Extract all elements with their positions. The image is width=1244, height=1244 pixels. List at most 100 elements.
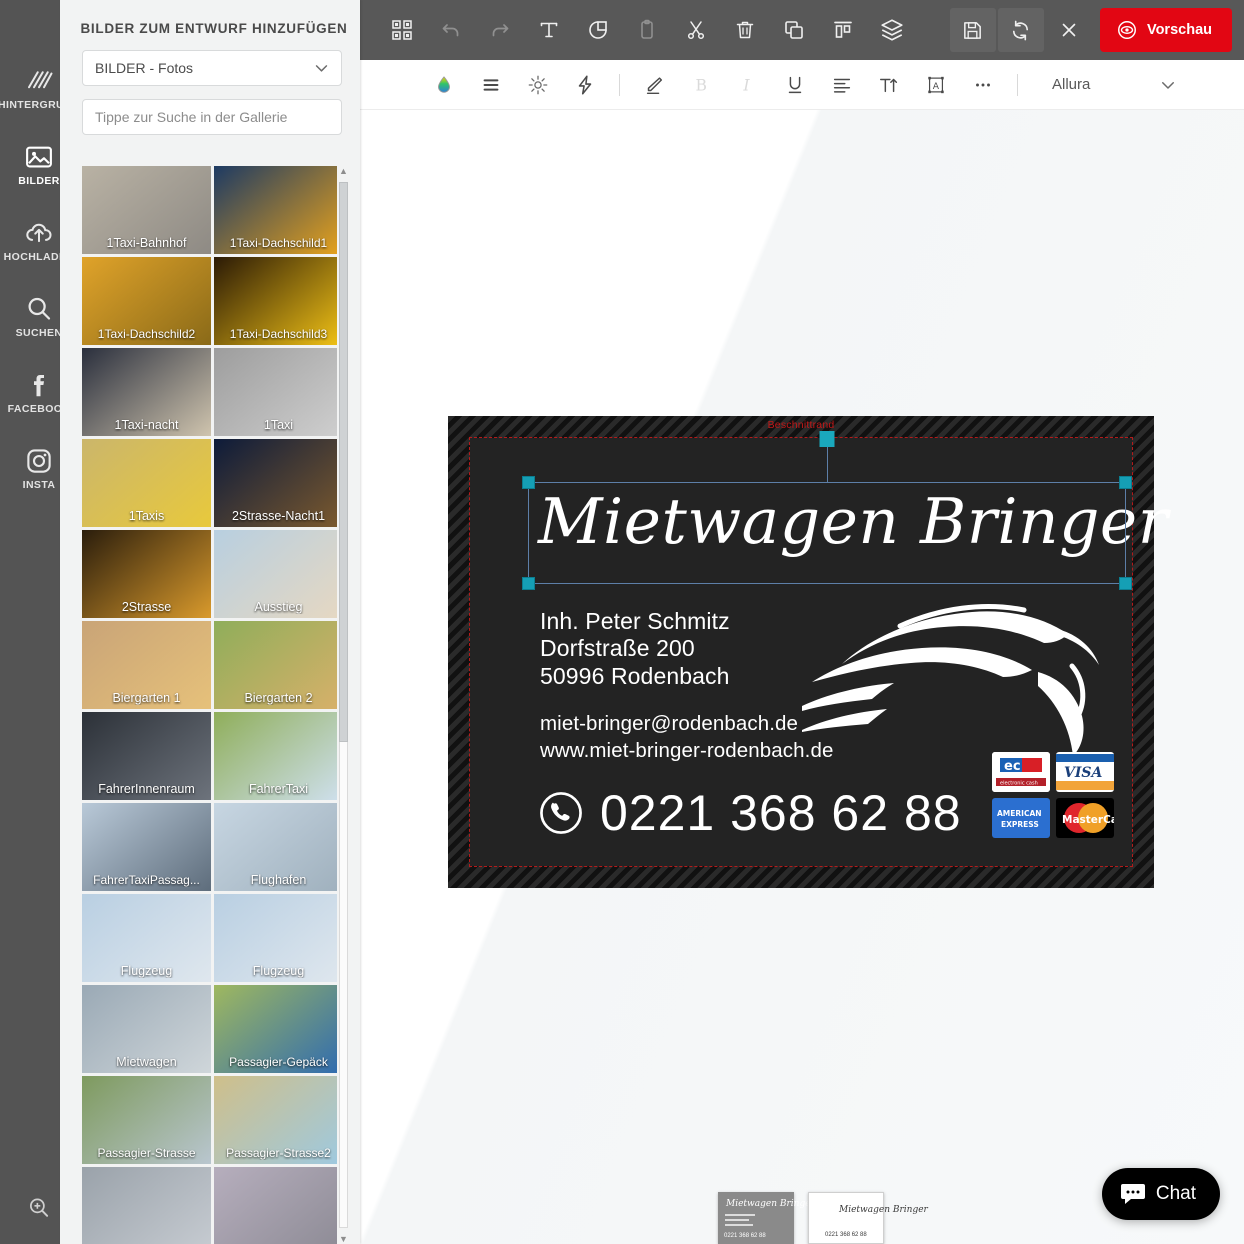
- scroll-up-arrow-icon[interactable]: ▲: [339, 166, 348, 176]
- gallery-thumbnail[interactable]: Passagier-Gepäck: [214, 985, 343, 1073]
- business-card-design[interactable]: Beschnittrand Mietwagen Bringer Inh. Pet…: [448, 416, 1168, 888]
- line-height-button[interactable]: [469, 65, 513, 105]
- images-panel: BILDER ZUM ENTWURF HINZUFÜGEN BILDER - F…: [60, 0, 360, 1244]
- effects-button[interactable]: [563, 65, 607, 105]
- gallery-thumbnail[interactable]: Passagier-Strasse2: [214, 1076, 343, 1164]
- gallery-thumbnail[interactable]: Mietwagen: [82, 985, 211, 1073]
- brightness-button[interactable]: [516, 65, 560, 105]
- gallery-thumbnail[interactable]: FahrerInnenraum: [82, 712, 211, 800]
- panel-title: BILDER ZUM ENTWURF HINZUFÜGEN: [80, 21, 348, 36]
- layers-button[interactable]: [868, 8, 915, 52]
- search-icon: [28, 297, 51, 320]
- selection-box[interactable]: [522, 431, 1132, 590]
- font-family-select[interactable]: Allura: [1038, 68, 1183, 102]
- close-button[interactable]: [1046, 8, 1092, 52]
- gallery-thumbnail[interactable]: Biergarten 2: [214, 621, 343, 709]
- color-button[interactable]: [422, 65, 466, 105]
- resize-handle-bottom-left[interactable]: [522, 577, 535, 590]
- bold-button[interactable]: B: [679, 65, 723, 105]
- thumbnail-label: Passagier-Strasse: [97, 1146, 196, 1160]
- underline-button[interactable]: [773, 65, 817, 105]
- gallery-thumbnail[interactable]: [214, 1167, 343, 1244]
- page-thumbnail-back[interactable]: Mietwagen Bringer 0221 368 62 88: [808, 1192, 928, 1244]
- redo-button[interactable]: [476, 8, 523, 52]
- image-gallery-grid[interactable]: 1Taxi-Bahnhof 1Taxi-Dachschild1 1Taxi-Dach…: [82, 166, 360, 1244]
- instagram-icon: [27, 448, 51, 473]
- gallery-thumbnail[interactable]: 1Taxi: [214, 348, 343, 436]
- thumbnail-label: FahrerInnenraum: [98, 782, 195, 796]
- chat-button[interactable]: Chat: [1101, 1168, 1220, 1220]
- scrollbar-thumb[interactable]: [339, 182, 348, 742]
- bold-icon: B: [696, 76, 707, 94]
- gallery-thumbnail[interactable]: Biergarten 1: [82, 621, 211, 709]
- gallery-thumbnail[interactable]: Flugzeug: [214, 894, 343, 982]
- svg-text:ec: ec: [1004, 759, 1021, 774]
- resize-handle-top-right[interactable]: [1119, 476, 1132, 489]
- gallery-thumbnail[interactable]: 2Strasse: [82, 530, 211, 618]
- svg-text:EXPRESS: EXPRESS: [1001, 820, 1039, 829]
- gallery-thumbnail[interactable]: 1Taxi-Dachschild2: [82, 257, 211, 345]
- align-left-button[interactable]: [820, 65, 864, 105]
- gallery-thumbnail[interactable]: Flugzeug: [82, 894, 211, 982]
- card-contact-block[interactable]: miet-bringer@rodenbach.de www.miet-bring…: [540, 710, 833, 765]
- effects-icon: [578, 75, 592, 94]
- delete-button[interactable]: [721, 8, 768, 52]
- text-box-button[interactable]: A: [914, 65, 958, 105]
- text-box-icon: A: [928, 76, 944, 93]
- duplicate-icon: [784, 21, 803, 39]
- gallery-thumbnail[interactable]: 1Taxi-Dachschild3: [214, 257, 343, 345]
- card-phone-row[interactable]: 0221 368 62 88: [538, 788, 962, 838]
- qr-code-button[interactable]: [378, 8, 425, 52]
- image-icon: [26, 146, 52, 167]
- resize-handle-bottom-right[interactable]: [1119, 577, 1132, 590]
- image-category-select[interactable]: BILDER - Fotos: [82, 50, 342, 86]
- chevron-down-icon: [1162, 81, 1174, 89]
- undo-button[interactable]: [427, 8, 474, 52]
- cut-button[interactable]: [672, 8, 719, 52]
- refresh-button[interactable]: [997, 8, 1044, 52]
- gallery-thumbnail[interactable]: 1Taxis: [82, 439, 211, 527]
- card-address-block[interactable]: Inh. Peter Schmitz Dorfstraße 200 50996 …: [540, 608, 730, 690]
- add-text-button[interactable]: [525, 8, 572, 52]
- gallery-thumbnail[interactable]: Flughafen: [214, 803, 343, 891]
- gallery-thumbnail[interactable]: 1Taxi-Bahnhof: [82, 166, 211, 254]
- font-size-button[interactable]: [867, 65, 911, 105]
- svg-text:I: I: [742, 76, 750, 94]
- page-thumb-phone-back: 0221 368 62 88: [825, 1232, 867, 1238]
- gallery-search-input[interactable]: [82, 99, 342, 135]
- save-button[interactable]: [949, 8, 996, 52]
- thumbnail-image: [214, 1167, 343, 1244]
- upload-cloud-icon: [26, 223, 52, 242]
- italic-button[interactable]: I: [726, 65, 770, 105]
- gallery-thumbnail[interactable]: FahrerTaxiPassag...: [82, 803, 211, 891]
- gallery-thumbnail[interactable]: Passagier-Strasse: [82, 1076, 211, 1164]
- gallery-thumbnail[interactable]: 1Taxi-Dachschild1: [214, 166, 343, 254]
- close-icon: [1062, 23, 1076, 37]
- design-canvas[interactable]: Beschnittrand Mietwagen Bringer Inh. Pet…: [360, 110, 1244, 1244]
- add-shape-button[interactable]: [574, 8, 621, 52]
- gallery-thumbnail[interactable]: 2Strasse-Nacht1: [214, 439, 343, 527]
- svg-text:VISA: VISA: [1064, 765, 1103, 781]
- color-drop-icon: [438, 75, 450, 93]
- rotation-handle[interactable]: [819, 431, 835, 447]
- duplicate-button[interactable]: [770, 8, 817, 52]
- chat-bubble-icon: [1120, 1184, 1145, 1204]
- paste-button[interactable]: [623, 8, 670, 52]
- text-icon: [540, 22, 557, 38]
- thumbnail-label: FahrerTaxiPassag...: [93, 873, 200, 887]
- more-options-button[interactable]: [961, 65, 1005, 105]
- refresh-icon: [1013, 20, 1029, 40]
- pen-icon: [646, 76, 663, 94]
- preview-button[interactable]: Vorschau: [1099, 8, 1232, 52]
- gallery-thumbnail[interactable]: [82, 1167, 211, 1244]
- page-thumbnail-front[interactable]: Mietwagen Bringer 0221 368 62 88: [718, 1192, 815, 1244]
- gallery-thumbnail[interactable]: Ausstieg: [214, 530, 343, 618]
- gallery-scrollbar[interactable]: ▲ ▼: [337, 166, 350, 1244]
- gallery-thumbnail[interactable]: FahrerTaxi: [214, 712, 343, 800]
- gallery-thumbnail[interactable]: 1Taxi-nacht: [82, 348, 211, 436]
- scroll-down-arrow-icon[interactable]: ▼: [339, 1234, 348, 1244]
- card-street: Dorfstraße 200: [540, 635, 695, 662]
- resize-handle-top-left[interactable]: [522, 476, 535, 489]
- align-button[interactable]: [819, 8, 866, 52]
- pen-button[interactable]: [632, 65, 676, 105]
